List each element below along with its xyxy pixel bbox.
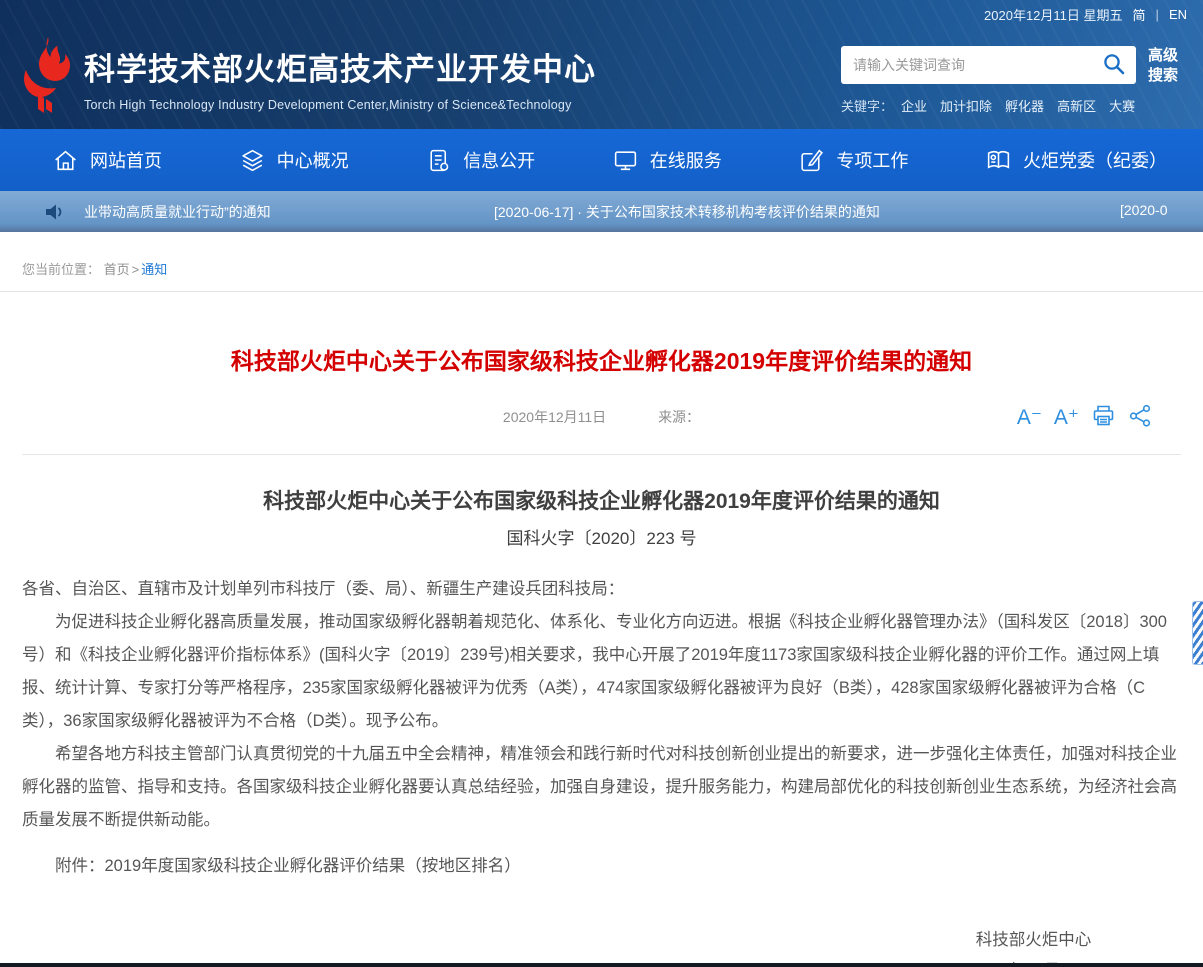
article: 科技部火炬中心关于公布国家级科技企业孵化器2019年度评价结果的通知 2020年…	[0, 342, 1203, 967]
site-subtitle: Torch High Technology Industry Developme…	[84, 98, 596, 112]
body-paragraph: 为促进科技企业孵化器高质量发展，推动国家级孵化器朝着规范化、体系化、专业化方向迈…	[22, 606, 1181, 738]
font-decrease-button[interactable]: A⁻	[1017, 407, 1042, 428]
keyword-link[interactable]: 企业	[901, 99, 927, 114]
article-source-label: 来源：	[658, 409, 700, 425]
nav-item-info-disclosure[interactable]: 信息公开	[425, 147, 535, 174]
meta-divider	[22, 454, 1181, 455]
ticker-item[interactable]: [2020-0	[1120, 202, 1167, 218]
nav-item-label: 火炬党委（纪委）	[1023, 147, 1167, 173]
nav-item-party-committee[interactable]: 火炬党委（纪委）	[985, 147, 1167, 174]
search-icon	[1101, 65, 1127, 80]
nav-item-label: 在线服务	[650, 147, 722, 173]
main-nav: 网站首页 中心概况 信息公开	[0, 129, 1203, 191]
keywords-label: 关键字：	[841, 99, 893, 114]
article-date: 2020年12月11日	[503, 409, 606, 425]
print-button[interactable]	[1091, 403, 1116, 432]
keyword-link[interactable]: 大赛	[1109, 99, 1135, 114]
nav-item-label: 信息公开	[463, 147, 535, 173]
side-float-widget[interactable]	[1192, 601, 1203, 665]
party-book-icon	[985, 147, 1012, 174]
article-title: 科技部火炬中心关于公布国家级科技企业孵化器2019年度评价结果的通知	[22, 342, 1181, 376]
search-area: 高级 搜索 关键字： 企业加计扣除孵化器高新区大赛	[841, 36, 1183, 115]
top-bar: 2020年12月11日 星期五 简 | EN	[0, 0, 1203, 28]
print-icon	[1091, 410, 1116, 433]
salutation: 各省、自治区、直辖市及计划单列市科技厅（委、局）、新疆生产建设兵团科技局：	[22, 573, 1181, 606]
keyword-link[interactable]: 孵化器	[1005, 99, 1044, 114]
notice-heading: 科技部火炬中心关于公布国家级科技企业孵化器2019年度评价结果的通知	[22, 485, 1181, 515]
page: 2020年12月11日 星期五 简 | EN 科学技术部火炬高技术产业开发中心 …	[0, 0, 1203, 967]
nav-item-home[interactable]: 网站首页	[52, 147, 162, 174]
brand[interactable]: 科学技术部火炬高技术产业开发中心 Torch High Technology I…	[18, 36, 596, 115]
hot-keywords: 关键字： 企业加计扣除孵化器高新区大赛	[841, 96, 1183, 115]
news-ticker: 业带动高质量就业行动”的通知 [2020-06-17] · 关于公布国家技术转移…	[0, 191, 1203, 232]
lang-divider: |	[1156, 7, 1159, 22]
font-increase-button[interactable]: A⁺	[1054, 407, 1079, 428]
article-meta: 2020年12月11日 来源： A⁻ A⁺	[22, 407, 1181, 433]
torch-logo-icon	[18, 36, 74, 114]
nav-item-online-services[interactable]: 在线服务	[612, 147, 722, 174]
breadcrumb-home-link[interactable]: 首页	[104, 262, 130, 277]
breadcrumb-label: 您当前位置：	[22, 262, 100, 277]
search-box	[841, 46, 1136, 84]
home-icon	[52, 147, 79, 174]
nav-item-about[interactable]: 中心概况	[239, 147, 349, 174]
brand-text: 科学技术部火炬高技术产业开发中心 Torch High Technology I…	[84, 36, 596, 112]
header-main: 科学技术部火炬高技术产业开发中心 Torch High Technology I…	[0, 28, 1203, 129]
document-icon	[425, 147, 452, 174]
site-title: 科学技术部火炬高技术产业开发中心	[84, 44, 596, 89]
keyword-link[interactable]: 加计扣除	[940, 99, 992, 114]
layers-icon	[239, 147, 266, 174]
attachment-line: 附件：2019年度国家级科技企业孵化器评价结果（按地区排名）	[22, 850, 1181, 883]
lang-simplified-link[interactable]: 简	[1133, 5, 1146, 24]
monitor-icon	[612, 147, 639, 174]
breadcrumb: 您当前位置： 首页>通知	[0, 232, 1203, 292]
article-tools: A⁻ A⁺	[1017, 403, 1153, 432]
nav-item-label: 中心概况	[277, 147, 349, 173]
keyword-link[interactable]: 高新区	[1057, 99, 1096, 114]
breadcrumb-current-link[interactable]: 通知	[141, 262, 167, 277]
doc-number: 国科火字〔2020〕223 号	[22, 524, 1181, 549]
signature-block: 科技部火炬中心 2020年12月10日	[22, 925, 1181, 967]
pen-icon	[798, 147, 825, 174]
ticker-item[interactable]: [2020-06-17] · 关于公布国家技术转移机构考核评价结果的通知	[494, 202, 880, 222]
ticker-item[interactable]: 业带动高质量就业行动”的通知	[84, 202, 271, 222]
advanced-search-link[interactable]: 高级 搜索	[1148, 46, 1178, 85]
nav-item-label: 专项工作	[836, 147, 908, 173]
current-datetime: 2020年12月11日 星期五	[984, 5, 1123, 24]
notice-body: 各省、自治区、直辖市及计划单列市科技厅（委、局）、新疆生产建设兵团科技局： 为促…	[22, 573, 1181, 883]
footer-band	[0, 963, 1203, 967]
body-paragraph: 希望各地方科技主管部门认真贯彻党的十九届五中全会精神，精准领会和践行新时代对科技…	[22, 738, 1181, 837]
breadcrumb-separator: >	[132, 262, 140, 277]
nav-item-label: 网站首页	[90, 147, 162, 173]
nav-item-special-work[interactable]: 专项工作	[798, 147, 908, 174]
speaker-icon	[43, 200, 67, 229]
lang-english-link[interactable]: EN	[1169, 7, 1187, 22]
share-icon	[1128, 410, 1153, 433]
share-button[interactable]	[1128, 403, 1153, 432]
search-input[interactable]	[841, 46, 1136, 84]
search-button[interactable]	[1096, 49, 1132, 81]
site-header: 2020年12月11日 星期五 简 | EN 科学技术部火炬高技术产业开发中心 …	[0, 0, 1203, 129]
signature-name: 科技部火炬中心	[972, 925, 1095, 956]
